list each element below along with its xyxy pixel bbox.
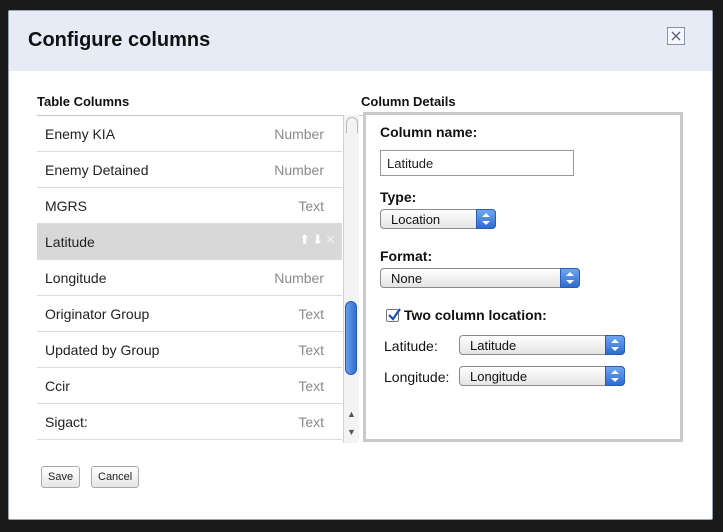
select-arrows-icon (605, 335, 625, 355)
dialog-title: Configure columns (28, 29, 211, 51)
column-row-type: Text (298, 378, 324, 394)
two-column-location-checkbox[interactable] (386, 308, 401, 322)
column-row-type: Text (298, 306, 324, 322)
column-row-type: Number (274, 270, 324, 286)
longitude-select-value: Longitude (470, 369, 528, 384)
type-select-value: Location (391, 212, 441, 227)
close-icon (671, 31, 681, 41)
checkmark-icon (388, 308, 401, 321)
column-row-latitude[interactable]: Latitude ⬆ ⬇ ✕ (37, 224, 342, 260)
column-row-name: Longitude (45, 270, 107, 286)
column-row-name: Sigact: (45, 414, 88, 430)
row-controls: ⬆ ⬇ ✕ (297, 232, 336, 248)
column-row-longitude[interactable]: Longitude Number (37, 260, 342, 296)
cancel-button[interactable]: Cancel (91, 466, 140, 488)
type-select[interactable]: Location (380, 209, 496, 229)
column-row-mgrs[interactable]: MGRS Text (37, 188, 342, 224)
list-scrollbar[interactable]: ▲ ▼ (343, 115, 359, 443)
column-name-label: Column name: (380, 124, 478, 140)
scrollbar-track-cap (346, 117, 358, 133)
type-label: Type: (380, 189, 417, 205)
column-row-name: Enemy KIA (45, 126, 116, 142)
column-row-originator-group[interactable]: Originator Group Text (37, 296, 342, 332)
column-row-name: Latitude (45, 234, 95, 250)
column-row-type: Text (298, 414, 324, 430)
column-row-updated-by-group[interactable]: Updated by Group Text (37, 332, 342, 368)
move-up-icon[interactable]: ⬆ (299, 232, 310, 247)
save-button[interactable]: Save (41, 466, 81, 488)
column-row-ccir[interactable]: Ccir Text (37, 368, 342, 404)
column-row-enemy-kia[interactable]: Enemy KIA Number (37, 116, 342, 152)
column-row-name: Enemy Detained (45, 162, 149, 178)
close-button[interactable] (667, 27, 685, 45)
select-arrows-icon (605, 366, 625, 386)
column-row-type: Text (298, 342, 324, 358)
column-row-enemy-detained[interactable]: Enemy Detained Number (37, 152, 342, 188)
format-label: Format: (380, 248, 433, 264)
two-column-location-label: Two column location: (404, 307, 547, 323)
format-select[interactable]: None (380, 268, 580, 288)
column-row-type: Number (274, 162, 324, 178)
scrollbar-thumb[interactable] (345, 301, 357, 375)
delete-icon[interactable]: ✕ (325, 232, 336, 247)
column-row-name: Originator Group (45, 306, 150, 322)
column-row-name: MGRS (45, 198, 87, 214)
table-columns-list: Enemy KIA Number Enemy Detained Number M… (37, 115, 365, 446)
column-row-type: Text (298, 198, 324, 214)
scroll-up-arrow-icon[interactable]: ▲ (347, 409, 356, 419)
column-row-name: Ccir (45, 378, 70, 394)
column-name-input[interactable] (380, 150, 574, 176)
format-select-value: None (391, 271, 423, 286)
select-arrows-icon (476, 209, 496, 229)
column-details-panel: Column name: Type: Location Format: None… (363, 112, 683, 442)
scroll-down-arrow-icon[interactable]: ▼ (347, 427, 356, 437)
configure-columns-dialog: Configure columns Table Columns Column D… (8, 10, 713, 520)
column-details-header: Column Details (361, 94, 456, 109)
latitude-select[interactable]: Latitude (459, 335, 625, 355)
column-row-type: Number (274, 126, 324, 142)
column-row-name: Updated by Group (45, 342, 160, 358)
column-row-sigact[interactable]: Sigact: Text (37, 404, 342, 440)
select-arrows-icon (560, 268, 580, 288)
latitude-label: Latitude: (384, 338, 438, 354)
longitude-select[interactable]: Longitude (459, 366, 625, 386)
move-down-icon[interactable]: ⬇ (312, 232, 323, 247)
longitude-label: Longitude: (384, 369, 450, 385)
latitude-select-value: Latitude (470, 338, 517, 353)
table-columns-header: Table Columns (37, 94, 130, 109)
dialog-title-bar: Configure columns (9, 11, 712, 71)
